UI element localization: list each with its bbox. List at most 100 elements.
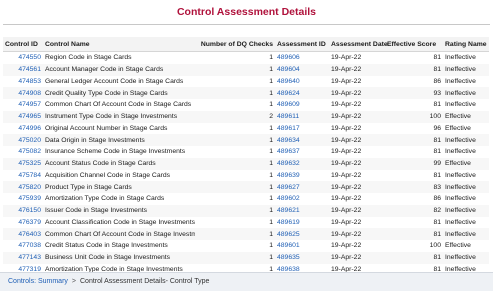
table-row: 474550 Region Code in Stage Cards 1 489606 1… — [3, 52, 490, 64]
cell-control-id[interactable]: 476403 — [3, 228, 43, 240]
cell-rating-name: Ineffective — [443, 181, 490, 193]
cell-control-id[interactable]: 475020 — [3, 134, 43, 146]
cell-rating-name: Ineffective — [443, 87, 490, 99]
cell-rating-name: Ineffective — [443, 204, 490, 217]
cell-assessment-date: 19-Apr-22 — [329, 157, 385, 170]
table-scrollbar[interactable] — [489, 26, 493, 271]
cell-assessment-date: 19-Apr-22 — [331, 171, 362, 179]
cell-effective-score: 86 — [433, 77, 441, 85]
cell-control-id[interactable]: 474550 — [3, 52, 43, 64]
cell-control-id[interactable]: 475784 — [3, 170, 43, 182]
cell-assessment-date: 19-Apr-22 — [329, 204, 385, 217]
cell-assessment-id[interactable]: 489604 — [275, 63, 329, 76]
cell-assessment-id[interactable]: 489637 — [275, 146, 329, 158]
cell-assessment-id[interactable]: 489640 — [275, 76, 329, 88]
cell-assessment-id[interactable]: 489621 — [275, 204, 329, 217]
cell-dq-checks: 1 — [195, 228, 275, 240]
cell-assessment-date: 19-Apr-22 — [329, 228, 385, 240]
cell-assessment-date: 19-Apr-22 — [329, 134, 385, 146]
cell-control-id[interactable]: 475082 — [3, 146, 43, 158]
cell-assessment-id[interactable]: 489634 — [275, 134, 329, 146]
cell-control-id[interactable]: 477143 — [3, 251, 43, 264]
cell-assessment-id[interactable]: 489609 — [275, 99, 329, 111]
cell-effective-score: 96 — [433, 124, 441, 132]
cell-assessment-id[interactable]: 489611 — [275, 110, 329, 123]
cell-control-id[interactable]: 474908 — [3, 87, 43, 99]
cell-control-id[interactable]: 474965 — [3, 110, 43, 123]
cell-assessment-id[interactable]: 489639 — [275, 170, 329, 182]
table-row: 476150 Issuer Code in Stage Investments 1 4… — [3, 204, 490, 217]
cell-control-name: Region Code in Stage Cards — [45, 54, 132, 62]
cell-control-name: Common Chart Of Account Code in Stage In… — [43, 228, 195, 240]
cell-rating-name: Ineffective — [445, 54, 476, 62]
cell-assessment-date: 19-Apr-22 — [329, 63, 385, 76]
breadcrumb-current: Control Assessment Details- Control Type — [80, 278, 210, 285]
cell-rating-name: Ineffective — [443, 134, 490, 146]
cell-assessment-id[interactable]: 489619 — [275, 217, 329, 229]
cell-assessment-date: 19-Apr-22 — [329, 87, 385, 99]
cell-assessment-id[interactable]: 489601 — [275, 240, 329, 252]
cell-effective-score: 81 — [433, 101, 441, 109]
table-row: 474561 Account Manager Code in Stage Card… — [3, 63, 490, 76]
page-title: Control Assessment Details — [176, 6, 317, 18]
cell-control-name: Account Manager Code in Stage Cards — [43, 63, 195, 76]
cell-rating-name: Ineffective — [445, 171, 476, 179]
cell-assessment-id[interactable]: 489602 — [275, 193, 329, 205]
cell-rating-name: Ineffective — [445, 148, 476, 156]
cell-assessment-id[interactable]: 489632 — [275, 157, 329, 170]
table-row: 475939 Amortization Type Code in Stage Ca… — [3, 193, 490, 205]
cell-control-id[interactable]: 475820 — [3, 181, 43, 193]
table-row: 474908 Credit Quality Type Code in Stage … — [3, 87, 490, 99]
table-body: 474550 Region Code in Stage Cards 1 489606 1… — [3, 52, 490, 276]
column-header-control-id[interactable]: Control ID — [3, 37, 43, 52]
cell-assessment-date: 19-Apr-22 — [329, 251, 385, 264]
cell-control-name: Acquisition Channel Code in Stage Cards — [45, 171, 171, 179]
cell-effective-score: 82 — [385, 204, 443, 217]
table-row: 475082 Insurance Scheme Code in Stage Inv… — [3, 146, 490, 158]
cell-assessment-id[interactable]: 489635 — [275, 251, 329, 264]
cell-control-id[interactable]: 474996 — [3, 123, 43, 135]
cell-control-name: Issuer Code in Stage Investments — [43, 204, 195, 217]
cell-control-id[interactable]: 475939 — [3, 193, 43, 205]
cell-rating-name: Ineffective — [445, 101, 476, 109]
cell-dq-checks: 1 — [269, 54, 273, 62]
cell-dq-checks: 1 — [269, 218, 273, 226]
cell-rating-name: Ineffective — [445, 77, 476, 85]
cell-assessment-date: 19-Apr-22 — [331, 54, 362, 62]
cell-assessment-date: 19-Apr-22 — [331, 77, 362, 85]
column-header-rating-name[interactable]: Rating Name — [443, 37, 490, 52]
cell-control-id[interactable]: 474957 — [3, 99, 43, 111]
breadcrumb-link-controls-summary[interactable]: Controls: Summary — [8, 278, 68, 285]
cell-control-name: General Ledger Account Code in Stage Car… — [45, 77, 184, 85]
column-header-control-name[interactable]: Control Name — [43, 37, 195, 52]
cell-control-name: Amortization Type Code in Stage Cards — [45, 195, 165, 203]
cell-control-id[interactable]: 476379 — [3, 217, 43, 229]
cell-control-name: Data Origin in Stage Investments — [43, 134, 195, 146]
cell-dq-checks: 1 — [195, 87, 275, 99]
cell-control-id[interactable]: 476150 — [3, 204, 43, 217]
column-header-dq-checks[interactable]: Number of DQ Checks — [195, 37, 275, 52]
cell-rating-name: Effective — [445, 242, 471, 250]
cell-assessment-date: 19-Apr-22 — [329, 110, 385, 123]
column-header-effective-score[interactable]: Effective Score — [385, 37, 443, 52]
cell-assessment-id[interactable]: 489624 — [275, 87, 329, 99]
cell-assessment-id[interactable]: 489617 — [275, 123, 329, 135]
cell-dq-checks: 1 — [269, 242, 273, 250]
cell-control-id[interactable]: 477038 — [3, 240, 43, 252]
cell-assessment-id[interactable]: 489606 — [275, 52, 329, 64]
table-row: 474957 Common Chart Of Account Code in St… — [3, 99, 490, 111]
cell-control-id[interactable]: 475325 — [3, 157, 43, 170]
cell-assessment-id[interactable]: 489625 — [275, 228, 329, 240]
cell-control-name: Account Status Code in Stage Cards — [43, 157, 195, 170]
cell-assessment-id[interactable]: 489627 — [275, 181, 329, 193]
column-header-assessment-date[interactable]: Assessment Date — [329, 37, 388, 52]
cell-control-name: Product Type in Stage Cards — [43, 181, 195, 193]
cell-control-id[interactable]: 474561 — [3, 63, 43, 76]
cell-control-name: Credit Status Code in Stage Investments — [45, 242, 168, 250]
cell-control-id[interactable]: 474853 — [3, 76, 43, 88]
column-header-assessment-id[interactable]: Assessment ID — [275, 37, 329, 52]
table-row: 474996 Original Account Number in Stage C… — [3, 123, 490, 135]
table-row: 475820 Product Type in Stage Cards 1 489627… — [3, 181, 490, 193]
table-row: 474965 Instrument Type Code in Stage Inve… — [3, 110, 490, 123]
table-row: 476379 Account Classification Code in Sta… — [3, 217, 490, 229]
